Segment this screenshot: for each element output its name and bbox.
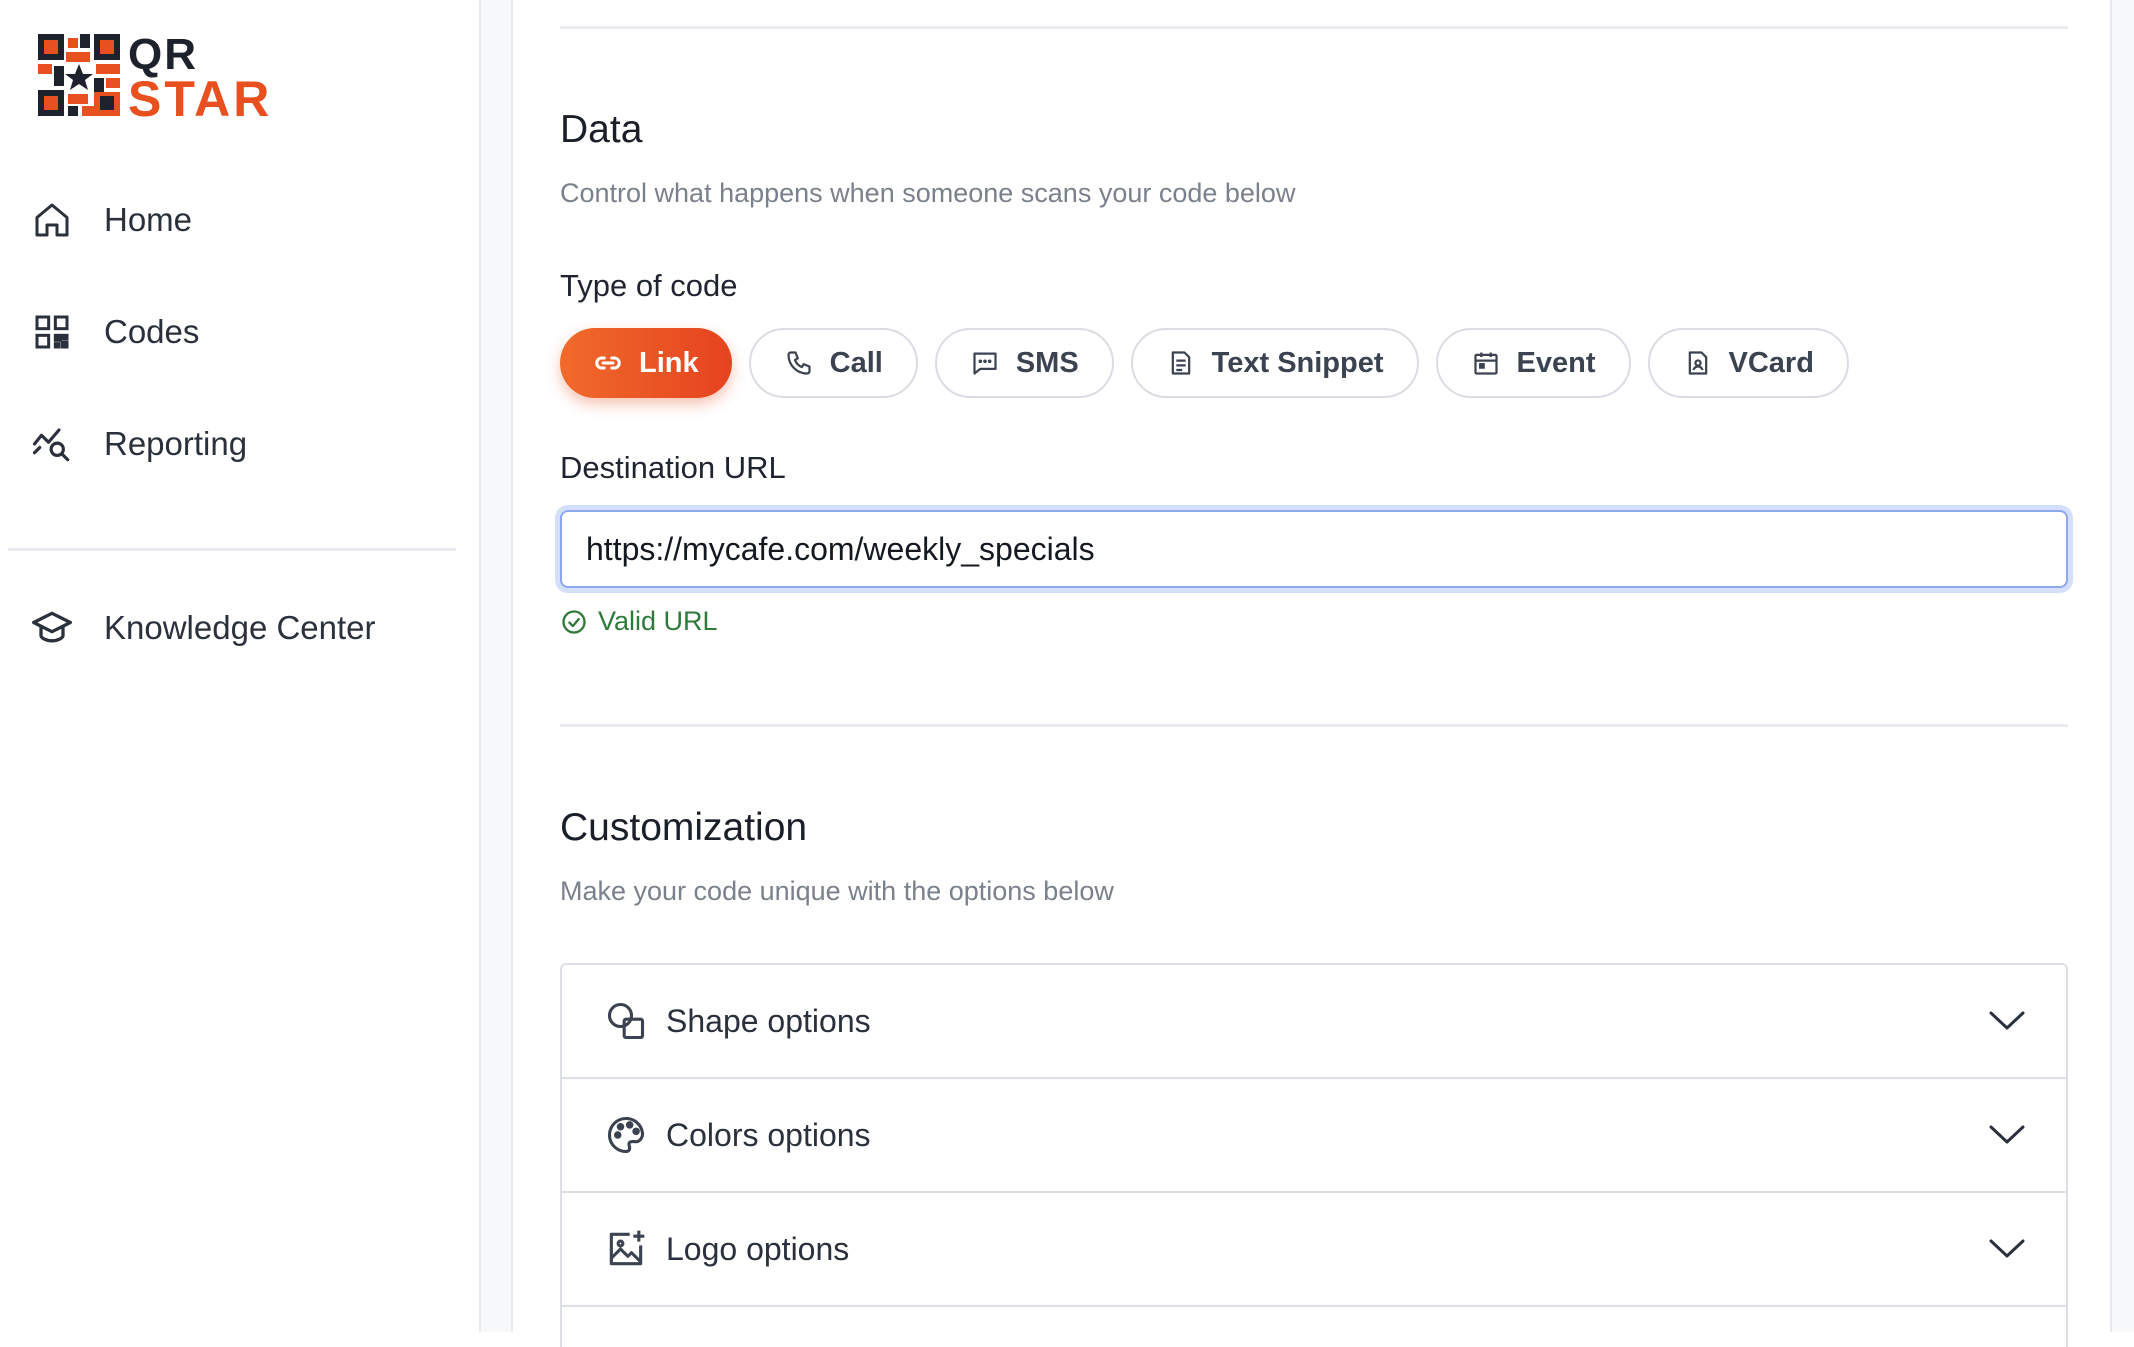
graduation-cap-icon xyxy=(30,606,74,650)
calendar-icon xyxy=(1471,348,1501,378)
type-event-button[interactable]: Event xyxy=(1435,328,1631,398)
destination-url-label: Destination URL xyxy=(560,450,786,485)
sidebar-item-reporting[interactable]: Reporting xyxy=(30,414,247,474)
type-vcard-button[interactable]: VCard xyxy=(1647,328,1849,398)
type-call-button[interactable]: Call xyxy=(748,328,918,398)
top-divider xyxy=(560,26,2068,29)
validation-text: Valid URL xyxy=(598,606,718,636)
message-icon xyxy=(970,348,1000,378)
document-icon xyxy=(1166,348,1196,378)
accordion-label: Shape options xyxy=(666,1002,871,1039)
sidebar-item-codes[interactable]: Codes xyxy=(30,302,199,362)
right-gutter xyxy=(2110,0,2134,1332)
type-sms-button[interactable]: SMS xyxy=(934,328,1114,398)
code-type-selector: Link Call SMS Text Snippet Event VCard xyxy=(560,328,1849,398)
contact-card-icon xyxy=(1683,348,1713,378)
type-label: SMS xyxy=(1015,346,1079,379)
customization-accordion: Shape options Colors options Logo option… xyxy=(560,963,2068,1347)
main-panel: Data Control what happens when someone s… xyxy=(511,0,2110,1347)
chevron-down-icon xyxy=(1989,1011,2025,1030)
accordion-logo-options[interactable]: Logo options xyxy=(562,1193,2066,1307)
sidebar-item-label: Codes xyxy=(104,313,200,350)
type-of-code-label: Type of code xyxy=(560,268,738,303)
type-label: Link xyxy=(639,346,699,379)
data-section-subtitle: Control what happens when someone scans … xyxy=(560,178,1296,208)
qr-grid-icon xyxy=(30,310,74,354)
chart-search-icon xyxy=(30,422,74,466)
url-validation-message: Valid URL xyxy=(560,606,718,637)
sidebar-item-label: Reporting xyxy=(104,425,248,462)
accordion-partial-row xyxy=(562,1307,2066,1347)
type-label: Event xyxy=(1516,346,1596,379)
section-divider xyxy=(560,724,2068,727)
sidebar-item-home[interactable]: Home xyxy=(30,190,192,250)
palette-icon xyxy=(607,1116,645,1154)
chevron-down-icon xyxy=(1989,1239,2025,1258)
home-icon xyxy=(30,198,74,242)
type-text-snippet-button[interactable]: Text Snippet xyxy=(1130,328,1419,398)
sidebar-item-label: Home xyxy=(104,201,193,238)
customization-section-subtitle: Make your code unique with the options b… xyxy=(560,876,1114,906)
type-link-button[interactable]: Link xyxy=(560,328,732,398)
link-icon xyxy=(593,348,623,378)
type-label: VCard xyxy=(1728,346,1814,379)
accordion-colors-options[interactable]: Colors options xyxy=(562,1079,2066,1193)
accordion-label: Logo options xyxy=(666,1230,850,1267)
sidebar: QR STAR Home Codes Reporting Knowledge C… xyxy=(0,0,481,1332)
destination-url-input[interactable] xyxy=(560,510,2068,588)
logo-text-bottom: STAR xyxy=(128,71,273,127)
shapes-icon xyxy=(607,1002,645,1040)
sidebar-item-label: Knowledge Center xyxy=(104,609,376,646)
type-label: Call xyxy=(829,346,883,379)
sidebar-divider xyxy=(8,548,456,551)
left-gutter xyxy=(481,0,511,1332)
chevron-down-icon xyxy=(1989,1125,2025,1144)
data-section-title: Data xyxy=(560,108,643,151)
phone-icon xyxy=(784,348,814,378)
check-circle-icon xyxy=(562,609,586,634)
qr-star-logo[interactable]: QR STAR xyxy=(38,30,316,127)
type-label: Text Snippet xyxy=(1211,346,1384,379)
accordion-label: Colors options xyxy=(666,1116,871,1153)
image-add-icon xyxy=(609,1230,645,1266)
sidebar-item-knowledge-center[interactable]: Knowledge Center xyxy=(30,598,376,658)
accordion-shape-options[interactable]: Shape options xyxy=(562,965,2066,1079)
customization-section-title: Customization xyxy=(560,806,808,849)
